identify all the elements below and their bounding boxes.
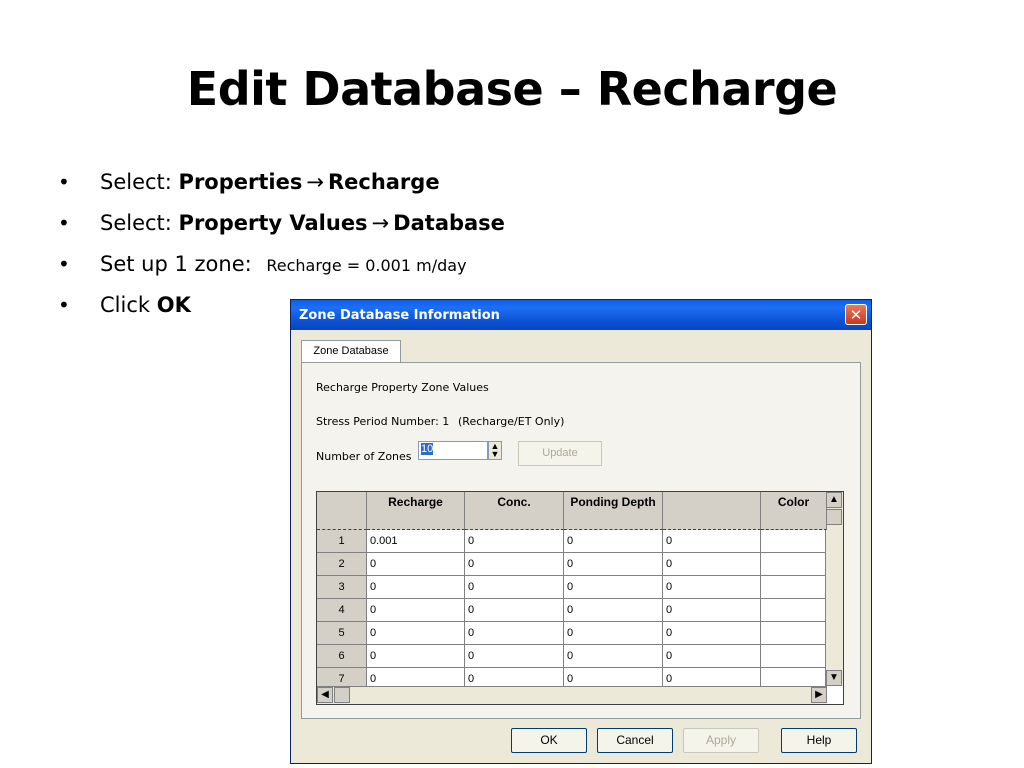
bullet-bold1: OK: [156, 293, 191, 317]
grid-heading: Recharge Property Zone Values: [316, 381, 489, 394]
column-header: [317, 492, 367, 530]
bullet-bullet: •: [58, 293, 70, 317]
bullet-prefix: Set up 1 zone:: [100, 252, 259, 276]
zones-value: 10: [421, 443, 434, 455]
close-icon[interactable]: ✕: [845, 304, 867, 325]
row-header: 4: [317, 599, 367, 622]
bullet-bold2: Recharge: [327, 170, 440, 194]
table-cell[interactable]: 0: [465, 530, 564, 553]
bullet-arrow: →: [371, 211, 390, 235]
tab-panel: Recharge Property Zone Values Stress Per…: [301, 362, 861, 719]
table-cell[interactable]: [761, 645, 827, 668]
scroll-right-icon[interactable]: ▶: [811, 687, 827, 703]
scroll-up-icon[interactable]: ▲: [826, 492, 842, 508]
column-header: Color: [761, 492, 827, 530]
table-cell[interactable]: 0: [367, 622, 465, 645]
bullet-bullet: •: [58, 170, 70, 194]
bullet-bullet: •: [58, 252, 70, 276]
table-cell[interactable]: 0: [564, 576, 663, 599]
table-cell[interactable]: 0.001: [367, 530, 465, 553]
zone-database-dialog: Zone Database Information ✕ Zone Databas…: [290, 299, 872, 764]
table-cell[interactable]: 0: [564, 553, 663, 576]
table-cell[interactable]: 0: [564, 530, 663, 553]
zones-label: Number of Zones: [316, 450, 412, 463]
bullet-prefix: Select:: [100, 170, 179, 194]
bullet-bold2: Database: [393, 211, 505, 235]
table-cell[interactable]: 0: [465, 599, 564, 622]
bullet-bold1: Properties: [178, 170, 303, 194]
bullet-prefix: Click: [100, 293, 157, 317]
bullet-item: • Set up 1 zone: Recharge = 0.001 m/day: [58, 252, 505, 293]
help-button[interactable]: Help: [781, 728, 857, 753]
table-cell[interactable]: 0: [367, 645, 465, 668]
table-cell[interactable]: 0: [367, 553, 465, 576]
bullet-item: • Select: Properties → Recharge: [58, 170, 505, 211]
zone-grid: 0 0 0 0 7 0 0 0 0 6 0 0 0 0 5 0 0 0 0 4 0 0 0 0 3 0 0 0 0 2 0 0 0 0.001 1 …: [316, 491, 844, 705]
table-cell[interactable]: 0: [465, 576, 564, 599]
table-cell[interactable]: 0: [663, 645, 761, 668]
table-cell[interactable]: 0: [564, 645, 663, 668]
table-cell[interactable]: 0: [367, 576, 465, 599]
bullet-bullet: •: [58, 211, 70, 235]
row-header: 2: [317, 553, 367, 576]
stress-period-note: (Recharge/ET Only): [458, 415, 565, 428]
horizontal-scrollbar[interactable]: ◀ ▶: [317, 686, 827, 704]
table-cell[interactable]: [761, 599, 827, 622]
scroll-thumb[interactable]: [826, 509, 842, 525]
table-cell[interactable]: [761, 622, 827, 645]
update-button: Update: [518, 441, 602, 466]
dialog-titlebar[interactable]: Zone Database Information ✕: [291, 300, 871, 330]
table-cell[interactable]: 0: [564, 599, 663, 622]
row-header: 1: [317, 530, 367, 553]
cancel-button[interactable]: Cancel: [597, 728, 673, 753]
column-header: Recharge: [367, 492, 465, 530]
bullet-small: Recharge = 0.001 m/day: [266, 256, 467, 275]
column-header: Conc.: [465, 492, 564, 530]
column-header: [663, 492, 761, 530]
zones-spinner[interactable]: ▲ ▼: [488, 441, 502, 460]
bullet-prefix: Select:: [100, 211, 179, 235]
ok-button[interactable]: OK: [511, 728, 587, 753]
bullet-item: • Select: Property Values → Database: [58, 211, 505, 252]
row-header: 3: [317, 576, 367, 599]
table-cell[interactable]: 0: [465, 553, 564, 576]
table-cell[interactable]: [761, 576, 827, 599]
table-cell[interactable]: 0: [663, 599, 761, 622]
zones-input[interactable]: 10: [418, 441, 488, 460]
table-cell[interactable]: 0: [465, 645, 564, 668]
hscroll-thumb[interactable]: [334, 687, 350, 703]
dialog-title: Zone Database Information: [299, 308, 500, 323]
stress-period-label: Stress Period Number: 1: [316, 415, 450, 428]
bullet-bold1: Property Values: [178, 211, 368, 235]
table-cell[interactable]: 0: [663, 622, 761, 645]
tab-zone-database[interactable]: Zone Database: [301, 340, 401, 362]
table-cell[interactable]: 0: [367, 599, 465, 622]
scroll-left-icon[interactable]: ◀: [317, 687, 333, 703]
slide-title: Edit Database – Recharge: [186, 62, 838, 116]
table-cell[interactable]: [761, 530, 827, 553]
table-cell[interactable]: 0: [663, 553, 761, 576]
table-cell[interactable]: 0: [663, 530, 761, 553]
table-cell[interactable]: [761, 553, 827, 576]
vertical-scrollbar[interactable]: ▲ ▼: [825, 492, 843, 686]
scroll-down-icon[interactable]: ▼: [826, 670, 842, 686]
table-cell[interactable]: 0: [465, 622, 564, 645]
table-cell[interactable]: 0: [663, 576, 761, 599]
row-header: 6: [317, 645, 367, 668]
bullet-arrow: →: [306, 170, 324, 194]
column-header: Ponding Depth: [564, 492, 663, 530]
table-cell[interactable]: 0: [564, 622, 663, 645]
apply-button: Apply: [683, 728, 759, 753]
row-header: 5: [317, 622, 367, 645]
